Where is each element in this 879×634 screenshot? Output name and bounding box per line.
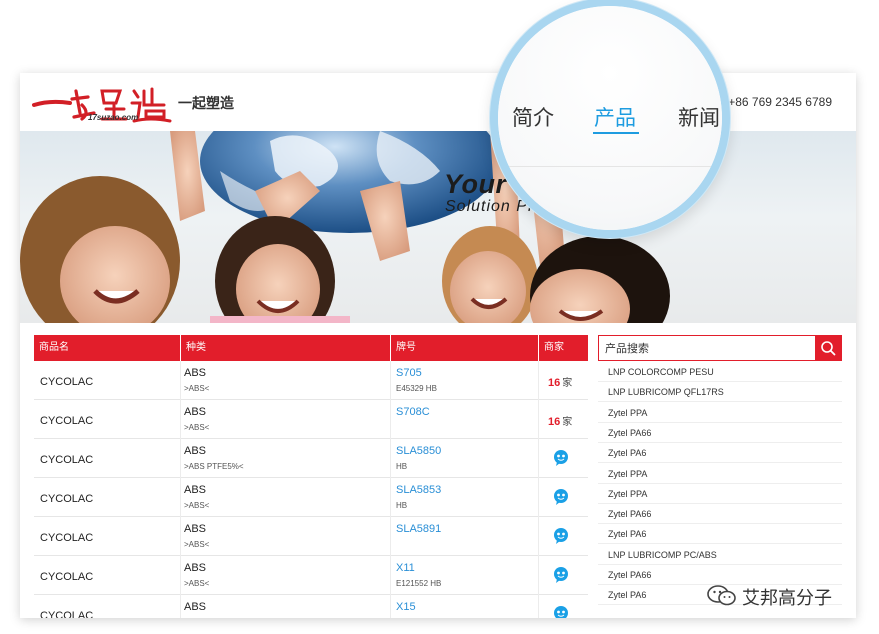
search-input[interactable] <box>599 336 815 360</box>
product-list-item[interactable]: Zytel PA66 <box>598 565 842 585</box>
kids-globe-photo <box>20 131 670 323</box>
product-list-item[interactable]: LNP COLORCOMP PESU <box>598 362 842 382</box>
cell-kind: ABS <box>184 406 207 418</box>
cell-kind: ABS <box>184 523 207 535</box>
cell-kind-detail: >ABS PTFE5%< <box>184 462 244 471</box>
table-row[interactable]: CYCOLAC ABS >ABS< S705 E45329 HB 16 家 <box>34 361 588 400</box>
nav-item-intro[interactable]: 简介 <box>512 102 554 132</box>
column-header-kind[interactable]: 种类 <box>180 335 390 361</box>
column-header-name[interactable]: 商品名 <box>34 335 180 361</box>
cell-kind: ABS <box>184 445 207 457</box>
cell-brand: CYCOLAC <box>40 415 94 427</box>
chat-icon[interactable] <box>552 605 570 618</box>
search-icon <box>821 341 836 356</box>
cell-kind: ABS <box>184 367 207 379</box>
cell-grade-link[interactable]: X11 <box>396 562 415 574</box>
product-list-item[interactable]: Zytel PA66 <box>598 423 842 443</box>
logo-domain: 17suzao.com <box>88 113 139 122</box>
magnifier-content: 简介 产品 新闻 <box>498 6 722 230</box>
watermark-text: 艾邦高分子 <box>742 588 832 609</box>
product-list-item[interactable]: Zytel PA6 <box>598 524 842 545</box>
cell-kind: ABS <box>184 484 207 496</box>
cell-grade-link[interactable]: S705 <box>396 367 422 379</box>
cell-brand: CYCOLAC <box>40 493 94 505</box>
phone-number: +86 769 2345 6789 <box>728 95 832 109</box>
vendor-count-number: 16 <box>548 416 561 428</box>
column-divider <box>180 361 181 618</box>
cell-grade-link[interactable]: S708C <box>396 406 430 418</box>
cell-grade-link[interactable]: SLA5853 <box>396 484 441 496</box>
column-header-grade[interactable]: 牌号 <box>390 335 538 361</box>
nav-item-products[interactable]: 产品 <box>594 102 636 132</box>
website-frame: 17suzao.com 一起塑造 +86 769 2345 6789 Your … <box>20 73 856 618</box>
cell-kind: ABS <box>184 601 207 613</box>
nav-item-news[interactable]: 新闻 <box>678 102 720 132</box>
column-divider <box>390 361 391 618</box>
chat-icon[interactable] <box>552 566 570 584</box>
cell-brand: CYCOLAC <box>40 376 94 388</box>
table-row[interactable]: CYCOLAC ABS >ABS< SLA5853 HB <box>34 478 588 517</box>
chat-icon[interactable] <box>552 527 570 545</box>
product-search <box>598 335 842 361</box>
vendor-count-unit: 家 <box>562 417 573 428</box>
cell-grade-detail: E45329 HB <box>396 384 437 393</box>
table-row[interactable]: CYCOLAC ABS >ABS< S708C 16 家 <box>34 400 588 439</box>
cell-kind-detail: >ABS< <box>184 384 210 393</box>
cell-grade-link[interactable]: SLA5891 <box>396 523 441 535</box>
product-list-item[interactable]: LNP LUBRICOMP PC/ABS <box>598 545 842 565</box>
vendor-count-number: 16 <box>548 377 561 389</box>
cell-kind-detail: >ABS< <box>184 579 210 588</box>
product-list-item[interactable]: Zytel PPA <box>598 484 842 504</box>
cell-brand: CYCOLAC <box>40 571 94 583</box>
wechat-icon <box>707 585 736 606</box>
cell-brand: CYCOLAC <box>40 454 94 466</box>
table-row[interactable]: CYCOLAC ABS >ABS< X11 E121552 HB <box>34 556 588 595</box>
product-list-item[interactable]: Zytel PPA <box>598 403 842 423</box>
product-table: 商品名 种类 牌号 商家 CYCOLAC ABS >ABS< S705 E45329 H… <box>34 335 588 618</box>
column-header-vendor[interactable]: 商家 <box>538 335 588 361</box>
product-list: LNP COLORCOMP PESU LNP LUBRICOMP QFL17RS Z… <box>598 362 842 618</box>
cell-grade-link[interactable]: SLA5850 <box>396 445 441 457</box>
cell-brand: CYCOLAC <box>40 610 94 618</box>
cell-grade-detail: E121552 HB <box>396 579 442 588</box>
cell-kind: ABS <box>184 562 207 574</box>
table-row[interactable]: CYCOLAC ABS >ABS PTFE5%< SLA5850 HB <box>34 439 588 478</box>
cell-grade-link[interactable]: X15 <box>396 601 416 613</box>
column-divider <box>538 361 539 618</box>
table-row[interactable]: CYCOLAC ABS X15 <box>34 595 588 618</box>
cell-kind-detail: >ABS< <box>184 540 210 549</box>
cell-grade-detail: HB <box>396 501 408 510</box>
cell-grade-detail: HB <box>396 462 408 471</box>
magnifier-lens: 简介 产品 新闻 <box>490 0 730 238</box>
chat-icon[interactable] <box>552 488 570 506</box>
vendor-count-unit: 家 <box>562 378 573 389</box>
site-name: 一起塑造 <box>178 96 234 112</box>
search-button[interactable] <box>815 336 841 360</box>
table-header: 商品名 种类 牌号 商家 <box>34 335 588 361</box>
hero-banner: Your Partner Solution Pr gineering Plast… <box>20 131 856 323</box>
product-list-item[interactable]: Zytel PA6 <box>598 443 842 464</box>
table-row[interactable]: CYCOLAC ABS >ABS< SLA5891 <box>34 517 588 556</box>
header-divider <box>498 166 722 167</box>
nav-active-indicator <box>593 132 639 134</box>
vendor-count[interactable]: 16 家 <box>548 413 572 428</box>
chat-icon[interactable] <box>552 449 570 467</box>
site-header: 17suzao.com 一起塑造 +86 769 2345 6789 <box>20 73 856 131</box>
product-list-item[interactable]: Zytel PA66 <box>598 504 842 525</box>
cell-brand: CYCOLAC <box>40 532 94 544</box>
product-list-item[interactable]: Zytel PPA <box>598 464 842 484</box>
vendor-count[interactable]: 16 家 <box>548 374 572 389</box>
cell-kind-detail: >ABS< <box>184 423 210 432</box>
cell-kind-detail: >ABS< <box>184 501 210 510</box>
product-list-item[interactable]: LNP LUBRICOMP QFL17RS <box>598 382 842 403</box>
